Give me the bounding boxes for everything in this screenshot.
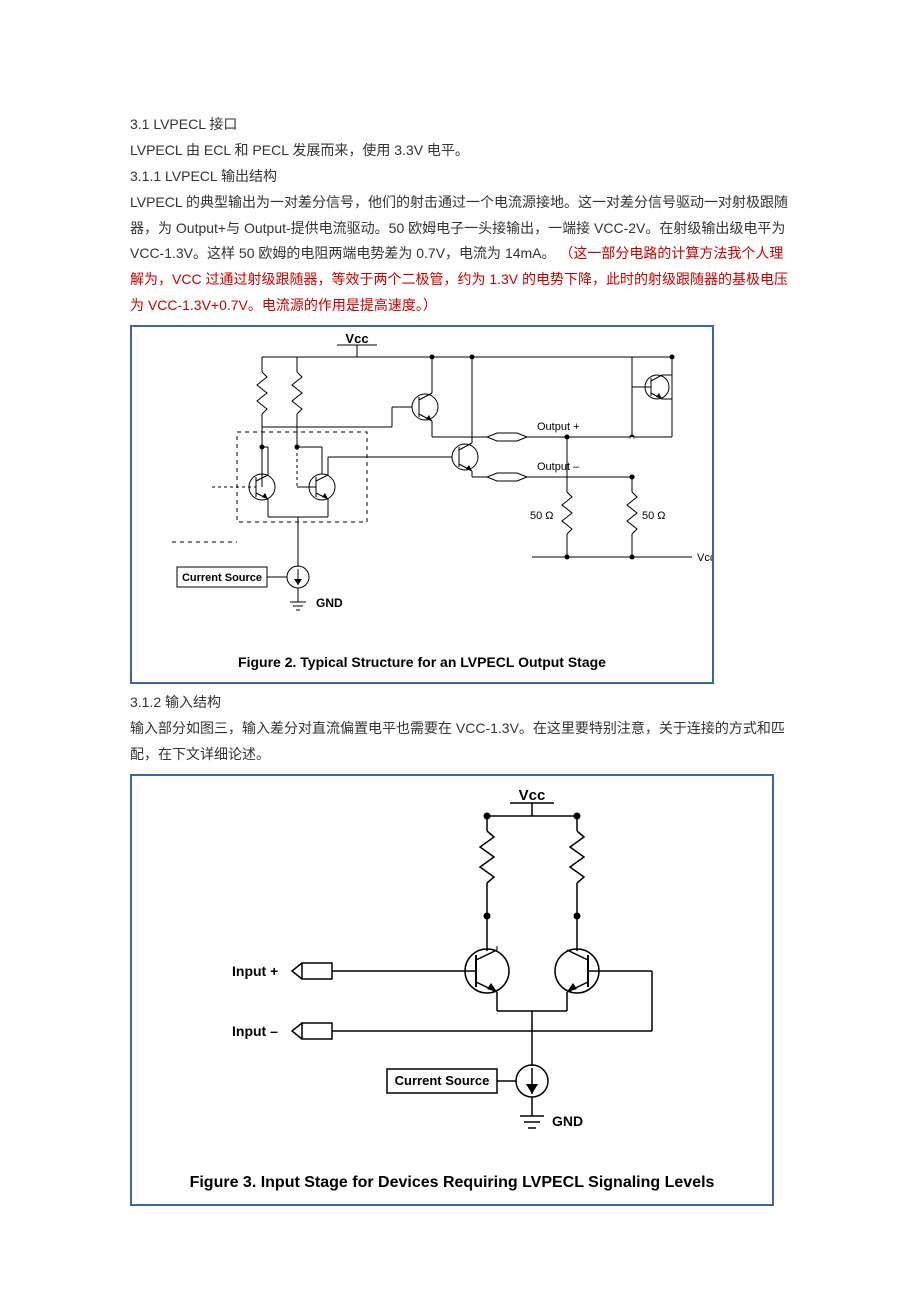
fig3-current-source-label: Current Source bbox=[395, 1073, 490, 1088]
figure-3-caption: Figure 3. Input Stage for Devices Requir… bbox=[132, 1164, 772, 1204]
fig2-current-source-label: Current Source bbox=[182, 572, 262, 584]
section-3-1-1-heading: 3.1.1 LVPECL 输出结构 bbox=[130, 164, 790, 190]
fig3-vcc-label: Vcc bbox=[519, 787, 546, 804]
fig2-vcc-label: Vcc bbox=[345, 331, 368, 346]
section-3-1-2-paragraph: 输入部分如图三，输入差分对直流偏置电平也需要在 VCC-1.3V。在这里要特别注… bbox=[130, 716, 790, 768]
figure-2-svg: Vcc bbox=[132, 327, 712, 637]
document-page: 3.1 LVPECL 接口 LVPECL 由 ECL 和 PECL 发展而来，使… bbox=[0, 0, 920, 1302]
section-3-1-paragraph: LVPECL 由 ECL 和 PECL 发展而来，使用 3.3V 电平。 bbox=[130, 138, 790, 164]
fig2-gnd-label: GND bbox=[316, 596, 343, 610]
figure-2-caption: Figure 2. Typical Structure for an LVPEC… bbox=[132, 646, 712, 682]
section-3-1-heading: 3.1 LVPECL 接口 bbox=[130, 112, 790, 138]
figure-2: Vcc bbox=[130, 325, 714, 684]
fig2-vcc-2v-label: Vcc – 2 V bbox=[697, 552, 712, 564]
figure-3: Vcc bbox=[130, 774, 774, 1206]
fig3-gnd-label: GND bbox=[552, 1113, 583, 1129]
section-3-1-1-paragraph: LVPECL 的典型输出为一对差分信号，他们的射击通过一个电流源接地。这一对差分… bbox=[130, 190, 790, 319]
section-3-1-2-heading: 3.1.2 输入结构 bbox=[130, 690, 790, 716]
fig3-input-minus-label: Input – bbox=[232, 1023, 278, 1039]
fig2-r50b-label: 50 Ω bbox=[642, 510, 666, 522]
fig2-output-plus-label: Output + bbox=[537, 421, 580, 433]
fig2-r50a-label: 50 Ω bbox=[530, 510, 554, 522]
fig2-output-minus-label: Output – bbox=[537, 461, 580, 473]
figure-3-svg: Vcc bbox=[132, 776, 772, 1156]
fig3-input-plus-label: Input + bbox=[232, 963, 278, 979]
